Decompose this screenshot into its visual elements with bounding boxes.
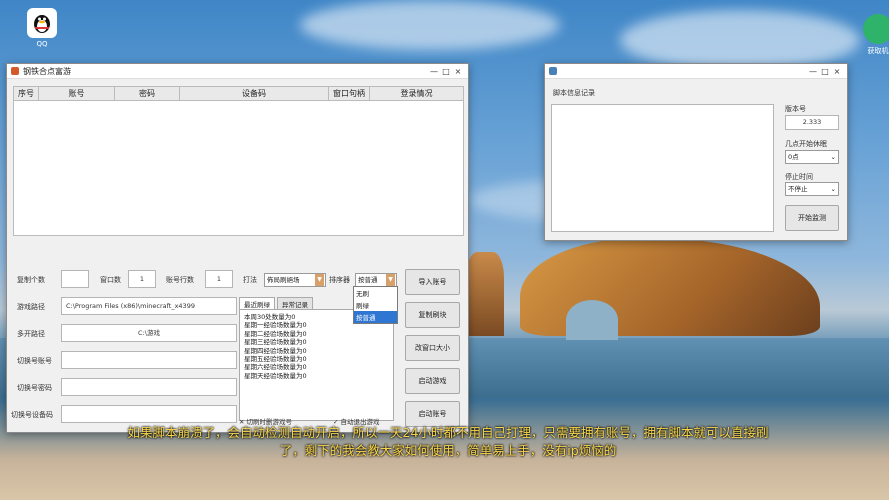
minimize-button[interactable]: — bbox=[428, 67, 440, 76]
desktop-icon-qq[interactable]: QQ bbox=[22, 8, 62, 48]
sort-dropdown[interactable]: 无刷 刷绿 按普通 bbox=[353, 286, 398, 324]
table-header: 序号 账号 密码 设备码 窗口句柄 登录情况 bbox=[14, 87, 463, 101]
record-log-area[interactable] bbox=[551, 104, 774, 232]
launcher-path-label: 游戏路径 bbox=[17, 303, 45, 311]
rest-select-value: 0点 bbox=[788, 153, 799, 161]
rows-label: 账号行数 bbox=[166, 276, 194, 284]
log-label: 脚本信息记录 bbox=[553, 89, 595, 97]
dropdown-option-selected[interactable]: 按普通 bbox=[354, 311, 397, 323]
copy-block-button[interactable]: 复制刷块 bbox=[405, 302, 460, 328]
start-monitor-button[interactable]: 开始监测 bbox=[785, 205, 839, 231]
password-input[interactable] bbox=[61, 378, 237, 396]
multi-path-input[interactable]: C:\游戏 bbox=[61, 324, 237, 342]
arch-rock bbox=[520, 238, 820, 336]
password-label: 切换号密码 bbox=[17, 384, 52, 392]
qq-penguin-icon bbox=[27, 8, 57, 38]
device-input[interactable] bbox=[61, 405, 237, 423]
dropdown-option[interactable]: 刷绿 bbox=[354, 299, 397, 311]
close-button[interactable]: × bbox=[452, 67, 464, 76]
column-header[interactable]: 序号 bbox=[14, 87, 39, 100]
stop-select[interactable]: 不停止 ⌄ bbox=[785, 182, 839, 196]
cloud bbox=[300, 0, 560, 50]
record-titlebar: — □ × bbox=[545, 64, 847, 79]
record-window: — □ × 脚本信息记录 版本号 2.333 几点开始休眠 0点 ⌄ 停止时间 … bbox=[544, 63, 848, 241]
device-label: 切换号设备码 bbox=[11, 411, 53, 419]
log-line: 星期天经验场数量为0 bbox=[244, 371, 307, 380]
chevron-down-icon: ▼ bbox=[315, 274, 324, 286]
app-icon bbox=[549, 67, 557, 75]
main-window: 钢铁合点富游 — □ × 序号 账号 密码 设备码 窗口句柄 登录情况 复制个数… bbox=[6, 63, 469, 433]
maximize-button[interactable]: □ bbox=[440, 67, 452, 76]
column-header[interactable]: 登录情况 bbox=[370, 87, 463, 100]
copy-count-label: 复制个数 bbox=[17, 276, 45, 284]
multi-path-label: 多开路径 bbox=[17, 330, 45, 338]
sort-select[interactable]: 按普通 ▼ bbox=[355, 273, 397, 287]
sea-stack bbox=[466, 252, 504, 336]
launcher-path-input[interactable]: C:\Program Files (x86)\minecraft_x4399 bbox=[61, 297, 237, 315]
window-count-input[interactable]: 1 bbox=[128, 270, 156, 288]
app-icon bbox=[11, 67, 19, 75]
sort-label: 排序器 bbox=[329, 276, 350, 284]
column-header[interactable]: 密码 bbox=[115, 87, 180, 100]
sort-select-value: 按普通 bbox=[358, 276, 378, 284]
cloud bbox=[620, 10, 860, 70]
desktop-icon-robot[interactable]: 获取机 bbox=[858, 14, 889, 56]
column-header[interactable]: 账号 bbox=[39, 87, 115, 100]
chevron-down-icon: ⌄ bbox=[830, 185, 836, 193]
window-count-label: 窗口数 bbox=[100, 276, 121, 284]
version-input[interactable]: 2.333 bbox=[785, 115, 839, 130]
account-label: 切换号账号 bbox=[17, 357, 52, 365]
log-line: 星期四经验场数量为0 bbox=[244, 346, 307, 355]
log-box[interactable]: 本周30处数量为0 星期一经验场数量为0 星期二经验场数量为0 星期三经验场数量… bbox=[239, 309, 394, 421]
rock-arch-hole bbox=[566, 300, 618, 340]
mode-label: 打法 bbox=[243, 276, 257, 284]
copy-count-input[interactable] bbox=[61, 270, 89, 288]
account-table[interactable]: 序号 账号 密码 设备码 窗口句柄 登录情况 bbox=[13, 86, 464, 236]
maximize-button[interactable]: □ bbox=[819, 67, 831, 76]
resize-window-button[interactable]: 改窗口大小 bbox=[405, 335, 460, 361]
account-input[interactable] bbox=[61, 351, 237, 369]
mode-select-value: 佈局刷絕场 bbox=[267, 276, 300, 284]
launch-game-button[interactable]: 启动游戏 bbox=[405, 368, 460, 394]
column-header[interactable]: 窗口句柄 bbox=[329, 87, 370, 100]
log-line: 星期三经验场数量为0 bbox=[244, 338, 307, 347]
dropdown-option[interactable]: 无刷 bbox=[354, 287, 397, 299]
version-label: 版本号 bbox=[785, 105, 806, 113]
stop-label: 停止时间 bbox=[785, 173, 813, 181]
log-line: 星期六经验场数量为0 bbox=[244, 363, 307, 372]
chevron-down-icon: ⌄ bbox=[830, 153, 836, 161]
rest-label: 几点开始休眠 bbox=[785, 140, 827, 148]
main-titlebar: 钢铁合点富游 — □ × bbox=[7, 64, 468, 79]
stop-select-value: 不停止 bbox=[788, 185, 808, 193]
column-header[interactable]: 设备码 bbox=[180, 87, 329, 100]
log-line: 星期二经验场数量为0 bbox=[244, 329, 307, 338]
minimize-button[interactable]: — bbox=[807, 67, 819, 76]
desktop-icon-label: QQ bbox=[36, 40, 48, 48]
close-button[interactable]: × bbox=[831, 67, 843, 76]
chevron-down-icon: ▼ bbox=[386, 274, 395, 286]
rows-input[interactable]: 1 bbox=[205, 270, 233, 288]
window-title: 钢铁合点富游 bbox=[23, 66, 71, 76]
rest-select[interactable]: 0点 ⌄ bbox=[785, 150, 839, 164]
robot-icon bbox=[863, 14, 889, 44]
video-subtitle: 如果脚本崩溃了，会自动检测自动开启，所以一天24小时都不用自己打理，只需要拥有账… bbox=[127, 425, 769, 458]
mode-select[interactable]: 佈局刷絕场 ▼ bbox=[264, 273, 326, 287]
import-accounts-button[interactable]: 导入账号 bbox=[405, 269, 460, 295]
desktop-icon-label: 获取机 bbox=[867, 47, 889, 55]
